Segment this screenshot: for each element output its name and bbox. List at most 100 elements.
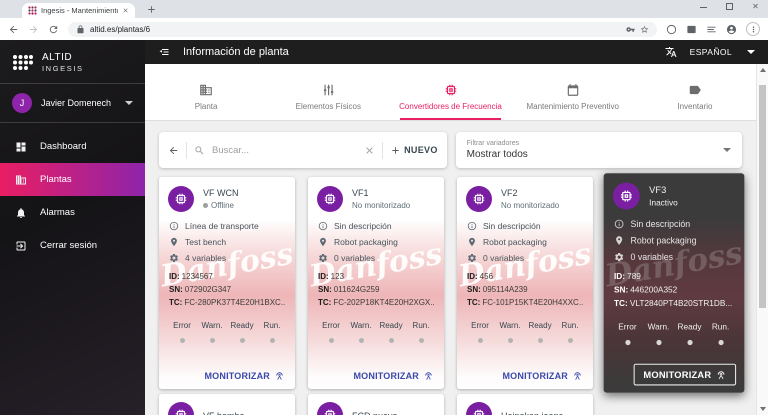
converter-card: Heineken jaenc [457, 394, 593, 415]
new-tab-button[interactable] [146, 4, 157, 15]
app-logo: ALTID INGESIS [0, 40, 145, 83]
monitor-button[interactable]: MONITORIZAR [502, 370, 583, 381]
scrollbar-thumb[interactable] [759, 85, 766, 308]
antenna-icon [572, 370, 583, 381]
info-icon [169, 221, 179, 231]
refresh-icon[interactable] [48, 24, 59, 35]
page-title: Información de planta [183, 46, 652, 58]
converter-avatar [317, 402, 343, 415]
info-icon [467, 221, 477, 231]
extension-circle-icon[interactable] [666, 24, 677, 35]
sidebar-item-plantas[interactable]: Plantas [0, 163, 145, 196]
led-run: Run. [257, 315, 287, 343]
tab-inventario[interactable]: Inventario [634, 64, 756, 120]
converter-card: Danfoss VF1 No monitorizado Sin descripc… [308, 177, 444, 389]
converter-name: FCD nuevo [352, 409, 398, 415]
user-menu[interactable]: J Javier Domenech [0, 84, 145, 122]
browser-menu-button[interactable] [746, 22, 760, 36]
forward-icon[interactable] [28, 24, 39, 35]
altid-favicon [28, 6, 37, 15]
clear-icon[interactable] [364, 145, 375, 156]
chip-icon [444, 83, 458, 97]
led-warn: Warn. [197, 315, 227, 343]
language-selector[interactable]: ESPAÑOL [690, 47, 732, 57]
logo-line2: INGESIS [42, 64, 84, 73]
tag-icon [688, 83, 702, 97]
led-warn: Warn. [495, 315, 525, 343]
page-scrollbar[interactable] [756, 64, 768, 415]
gear-icon [467, 253, 477, 263]
tab-title: Ingesis - Mantenimiento [41, 6, 118, 15]
browser-tabstrip: Ingesis - Mantenimiento ✕ [0, 0, 768, 18]
extension-list-icon[interactable] [706, 24, 717, 35]
app-bar: Información de planta ESPAÑOL [145, 40, 768, 64]
chip-icon [174, 192, 188, 206]
converter-avatar [168, 186, 194, 212]
converter-card: VF bomba [159, 394, 295, 415]
converter-name: VF2 [501, 186, 559, 198]
converter-name: VF WCN [203, 186, 239, 198]
dashboard-icon [15, 141, 27, 153]
address-bar[interactable]: altid.es/plantas/6 [68, 22, 657, 37]
browser-tab[interactable]: Ingesis - Mantenimiento [22, 3, 135, 18]
new-button[interactable]: NUEVO [390, 145, 438, 156]
monitor-button[interactable]: MONITORIZAR [353, 370, 434, 381]
monitor-button[interactable]: MONITORIZAR [634, 364, 736, 386]
converter-avatar [466, 186, 492, 212]
search-input[interactable] [212, 145, 357, 156]
location-icon [169, 237, 179, 247]
chip-icon [174, 408, 188, 415]
tab-convertidores[interactable]: Convertidores de Frecuencia [389, 64, 511, 120]
antenna-icon [274, 370, 285, 381]
back-icon[interactable] [8, 24, 19, 35]
key-icon[interactable] [626, 25, 635, 34]
antenna-icon [715, 369, 726, 380]
led-ready: Ready [376, 315, 406, 343]
sliders-icon [321, 83, 335, 97]
tab-planta[interactable]: Planta [145, 64, 267, 120]
converter-avatar [317, 186, 343, 212]
profile-avatar-icon[interactable] [726, 24, 737, 35]
converter-name: VF3 [649, 183, 678, 195]
sidebar-item-dashboard[interactable]: Dashboard [0, 130, 145, 163]
tab-close-icon[interactable] [122, 7, 129, 14]
converter-name: VF1 [352, 186, 410, 198]
language-caret-icon[interactable] [747, 50, 755, 54]
back-arrow-icon[interactable] [168, 145, 179, 156]
building-icon [15, 174, 27, 186]
logo-line1: ALTID [42, 52, 84, 63]
bell-icon [15, 207, 27, 219]
bookmark-star-icon[interactable] [640, 25, 649, 34]
info-icon [614, 219, 624, 229]
tab-mantenimiento[interactable]: Mantenimiento Preventivo [512, 64, 634, 120]
info-icon [318, 221, 328, 231]
extension-shield-icon[interactable] [686, 24, 697, 35]
window-maximize-button[interactable] [725, 2, 734, 11]
converter-status: No monitorizado [501, 201, 559, 210]
led-ready: Ready [674, 316, 705, 345]
location-icon [467, 237, 477, 247]
building-icon [199, 83, 213, 97]
browser-toolbar: altid.es/plantas/6 [0, 18, 768, 40]
scroll-down-arrow[interactable] [760, 407, 766, 411]
converter-status: No monitorizado [352, 201, 410, 210]
sidebar-item-logout[interactable]: Cerrar sesión [0, 229, 145, 262]
chip-icon [619, 189, 633, 203]
monitor-button[interactable]: MONITORIZAR [204, 370, 285, 381]
menu-collapse-icon[interactable] [158, 46, 170, 58]
filter-dropdown[interactable]: Filtrar variadores Mostrar todos [456, 132, 742, 168]
sidebar-item-alarmas[interactable]: Alarmas [0, 196, 145, 229]
chip-icon [323, 408, 337, 415]
chip-icon [472, 192, 486, 206]
scroll-up-arrow[interactable] [760, 68, 766, 72]
window-close-button[interactable]: ✕ [751, 2, 760, 11]
tab-elementos-fisicos[interactable]: Elementos Físicos [267, 64, 389, 120]
window-minimize-button[interactable] [699, 2, 708, 11]
led-ready: Ready [525, 315, 555, 343]
location-icon [318, 237, 328, 247]
altid-logo-icon [12, 54, 34, 71]
chip-icon [323, 192, 337, 206]
led-error: Error [612, 316, 643, 345]
converter-avatar [466, 402, 492, 415]
main-content: Planta Elementos Físicos Convertidores d… [145, 64, 756, 415]
